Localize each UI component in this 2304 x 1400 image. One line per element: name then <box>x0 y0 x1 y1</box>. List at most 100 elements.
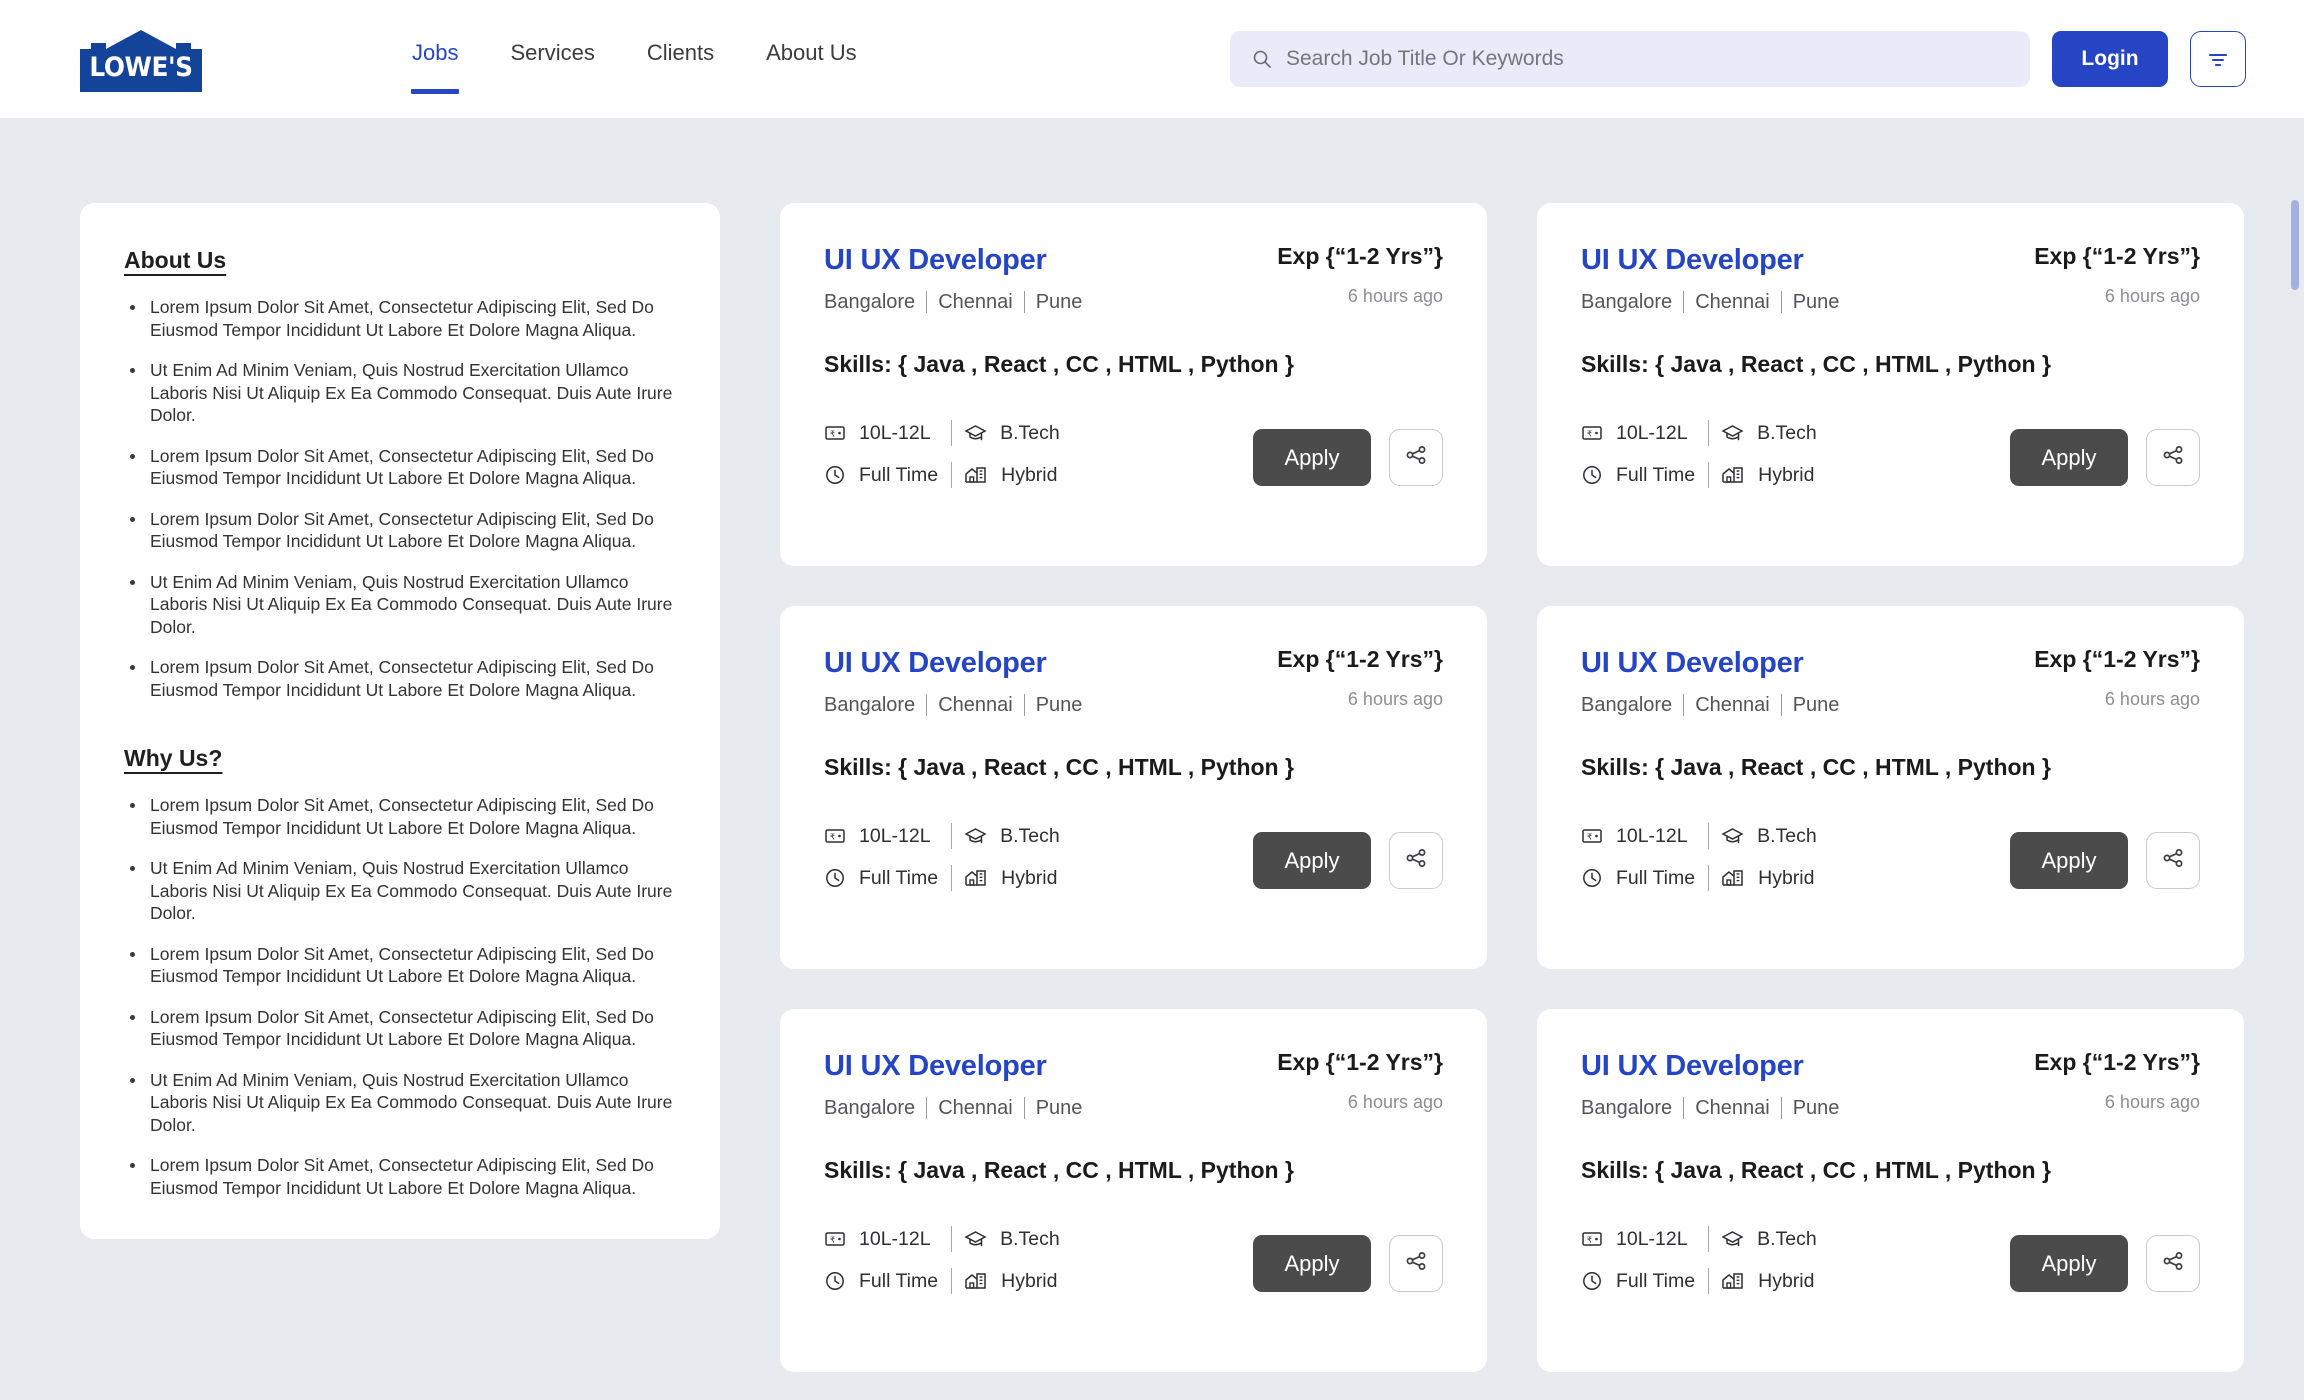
filter-button[interactable] <box>2190 31 2246 87</box>
job-degree: B.Tech <box>1721 825 1853 848</box>
share-icon <box>1404 1249 1428 1278</box>
job-card-actions: Apply <box>1253 429 1443 488</box>
job-salary: ₹10L-12L <box>1581 1228 1695 1251</box>
job-work-mode: Hybrid <box>1721 1270 1853 1293</box>
job-meta-right: Exp {“1-2 Yrs”} 6 hours ago <box>1277 646 1443 710</box>
job-experience: Exp {“1-2 Yrs”} <box>1277 646 1443 672</box>
apply-button[interactable]: Apply <box>2010 832 2128 889</box>
about-us-heading: About Us <box>124 247 227 273</box>
location-separator <box>926 694 928 716</box>
apply-button[interactable]: Apply <box>1253 1235 1371 1292</box>
apply-button[interactable]: Apply <box>1253 429 1371 486</box>
job-title[interactable]: UI UX Developer <box>824 243 1082 277</box>
job-card[interactable]: UI UX Developer Bangalore Chennai Pune Exp {… <box>1537 606 2244 969</box>
job-experience: Exp {“1-2 Yrs”} <box>1277 243 1443 269</box>
job-location: Pune <box>1792 1097 1840 1119</box>
job-attributes: ₹10L-12L B.Tech Full Time Hybrid <box>824 1226 1096 1294</box>
list-item: Lorem Ipsum Dolor Sit Amet, Consectetur … <box>124 296 676 341</box>
job-identity: UI UX Developer Bangalore Chennai Pune <box>1581 1049 1839 1120</box>
nav-item-clients[interactable]: Clients <box>647 40 714 94</box>
job-title[interactable]: UI UX Developer <box>1581 646 1839 680</box>
apply-button[interactable]: Apply <box>2010 1235 2128 1292</box>
list-item: Lorem Ipsum Dolor Sit Amet, Consectetur … <box>124 1006 676 1051</box>
home-office-icon <box>964 867 988 889</box>
job-posted-time: 6 hours ago <box>1347 1092 1443 1112</box>
scrollbar-thumb[interactable] <box>2291 200 2299 290</box>
attribute-divider <box>1707 462 1709 488</box>
share-button[interactable] <box>1389 429 1443 486</box>
list-item: Lorem Ipsum Dolor Sit Amet, Consectetur … <box>124 445 676 490</box>
nav-item-jobs[interactable]: Jobs <box>410 40 460 94</box>
job-skills: Skills: { Java , React , CC , HTML , Pyt… <box>824 1157 1294 1183</box>
svg-text:₹: ₹ <box>1587 430 1592 439</box>
job-card-header: UI UX Developer Bangalore Chennai Pune Exp {… <box>824 243 1443 314</box>
nav-item-about-us[interactable]: About Us <box>766 40 857 94</box>
about-us-list: Lorem Ipsum Dolor Sit Amet, Consectetur … <box>124 296 676 701</box>
location-separator <box>1780 1097 1782 1119</box>
job-title[interactable]: UI UX Developer <box>824 1049 1082 1083</box>
share-button[interactable] <box>2146 1235 2200 1292</box>
share-button[interactable] <box>2146 429 2200 486</box>
job-card-footer: ₹10L-12L B.Tech Full Time Hybrid Apply <box>824 420 1443 488</box>
clock-icon <box>1581 1270 1603 1292</box>
location-separator <box>926 291 928 313</box>
job-card-actions: Apply <box>1253 1235 1443 1294</box>
job-title[interactable]: UI UX Developer <box>824 646 1082 680</box>
svg-text:₹: ₹ <box>1587 1236 1592 1245</box>
jobs-area: UI UX Developer Bangalore Chennai Pune Exp {… <box>780 203 2304 1372</box>
job-card[interactable]: UI UX Developer Bangalore Chennai Pune Exp {… <box>780 203 1487 566</box>
job-location: Bangalore <box>1581 694 1673 716</box>
page-scrollbar[interactable] <box>2290 118 2300 1400</box>
job-experience: Exp {“1-2 Yrs”} <box>2034 646 2200 672</box>
job-work-mode-value: Hybrid <box>1758 463 1815 486</box>
job-type: Full Time <box>1581 464 1695 487</box>
job-identity: UI UX Developer Bangalore Chennai Pune <box>824 1049 1082 1120</box>
attribute-divider <box>1707 1268 1709 1294</box>
job-type-value: Full Time <box>859 463 939 486</box>
apply-button[interactable]: Apply <box>2010 429 2128 486</box>
job-card-footer: ₹10L-12L B.Tech Full Time Hybrid Apply <box>1581 823 2200 891</box>
share-button[interactable] <box>2146 832 2200 889</box>
search-box[interactable] <box>1230 31 2030 87</box>
location-separator <box>1683 1097 1685 1119</box>
list-item: Lorem Ipsum Dolor Sit Amet, Consectetur … <box>124 656 676 701</box>
list-item: Ut Enim Ad Minim Veniam, Quis Nostrud Ex… <box>124 359 676 427</box>
share-button[interactable] <box>1389 1235 1443 1292</box>
login-button[interactable]: Login <box>2052 31 2168 87</box>
job-title[interactable]: UI UX Developer <box>1581 243 1839 277</box>
job-locations: Bangalore Chennai Pune <box>1581 1096 1839 1120</box>
job-card[interactable]: UI UX Developer Bangalore Chennai Pune Exp {… <box>780 1009 1487 1372</box>
job-location: Bangalore <box>824 291 916 313</box>
job-locations: Bangalore Chennai Pune <box>824 290 1082 314</box>
info-sidebar: About Us Lorem Ipsum Dolor Sit Amet, Con… <box>80 203 720 1239</box>
nav-item-services[interactable]: Services <box>510 40 594 94</box>
job-card[interactable]: UI UX Developer Bangalore Chennai Pune Exp {… <box>1537 1009 2244 1372</box>
job-title[interactable]: UI UX Developer <box>1581 1049 1839 1083</box>
share-button[interactable] <box>1389 832 1443 889</box>
job-salary-value: 10L-12L <box>859 421 931 444</box>
job-locations: Bangalore Chennai Pune <box>1581 290 1839 314</box>
home-office-icon <box>964 464 988 486</box>
job-card-actions: Apply <box>1253 832 1443 891</box>
job-salary-value: 10L-12L <box>1616 421 1688 444</box>
share-icon <box>2161 846 2185 875</box>
job-work-mode-value: Hybrid <box>1001 463 1058 486</box>
svg-text:₹: ₹ <box>830 1236 835 1245</box>
job-card[interactable]: UI UX Developer Bangalore Chennai Pune Exp {… <box>1537 203 2244 566</box>
svg-text:₹: ₹ <box>830 430 835 439</box>
lowes-logo[interactable]: LOWE'S <box>80 30 202 92</box>
graduation-cap-icon <box>1721 825 1744 848</box>
job-card[interactable]: UI UX Developer Bangalore Chennai Pune Exp {… <box>780 606 1487 969</box>
job-type-value: Full Time <box>1616 866 1696 889</box>
clock-icon <box>824 1270 846 1292</box>
home-office-icon <box>1721 464 1745 486</box>
location-separator <box>1023 694 1025 716</box>
search-input[interactable] <box>1286 47 2008 71</box>
filter-icon <box>2208 53 2228 67</box>
job-salary-value: 10L-12L <box>859 824 931 847</box>
jobs-grid: UI UX Developer Bangalore Chennai Pune Exp {… <box>780 203 2244 1372</box>
site-header: LOWE'S Jobs Services Clients About Us Lo… <box>0 0 2304 118</box>
share-icon <box>2161 443 2185 472</box>
job-attributes: ₹10L-12L B.Tech Full Time Hybrid <box>1581 1226 1853 1294</box>
apply-button[interactable]: Apply <box>1253 832 1371 889</box>
